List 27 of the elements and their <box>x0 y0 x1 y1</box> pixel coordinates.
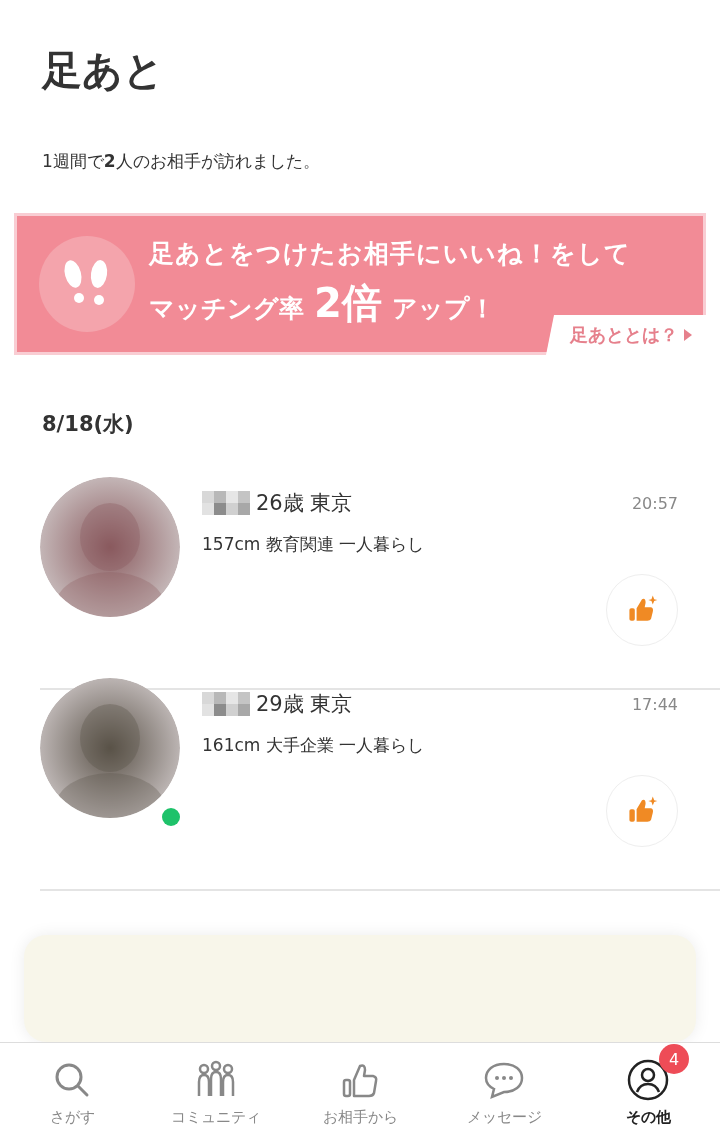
tab[interactable]: コミュニティ <box>144 1043 288 1133</box>
banner-emphasis: 2倍 <box>314 279 382 328</box>
profile-text: 161cm 大手企業 一人暮らし <box>202 734 426 757</box>
date-heading: 8/18(水) <box>42 411 135 438</box>
banner-text: アップ！ <box>391 293 495 325</box>
notification-badge: 4 <box>659 1044 689 1074</box>
profile-text: 157cm 教育関連 一人暮らし <box>202 533 426 556</box>
mosaic-icon <box>202 692 250 716</box>
banner-headline: 足あとをつけたお相手にいいね！をして <box>149 238 631 270</box>
visit-summary: 1週間で2人のお相手が訪れました。 <box>42 150 321 173</box>
tab[interactable]: 4 その他 <box>576 1043 720 1133</box>
visit-time: 20:57 <box>631 493 678 513</box>
visit-time: 17:44 <box>631 694 678 714</box>
age-area: 29歳 東京 <box>256 690 353 718</box>
mosaic-icon <box>202 491 250 515</box>
tab[interactable]: お相手から <box>288 1043 432 1133</box>
about-link[interactable]: 足あととは？ <box>546 315 706 355</box>
triangle-icon <box>684 329 692 341</box>
page-title: 足あと <box>42 46 165 95</box>
tab[interactable]: さがす <box>0 1043 144 1133</box>
age-area: 26歳 東京 <box>256 489 353 517</box>
tab[interactable]: メッセージ <box>432 1043 576 1133</box>
footprints-icon <box>39 236 135 332</box>
profile-icon <box>627 1059 669 1101</box>
chat-icon <box>482 1060 526 1100</box>
banner-text: マッチング率 <box>149 293 304 325</box>
banner[interactable]: 足あとをつけたお相手にいいね！をして マッチング率 2倍 アップ！ 足あととは？ <box>14 213 706 355</box>
